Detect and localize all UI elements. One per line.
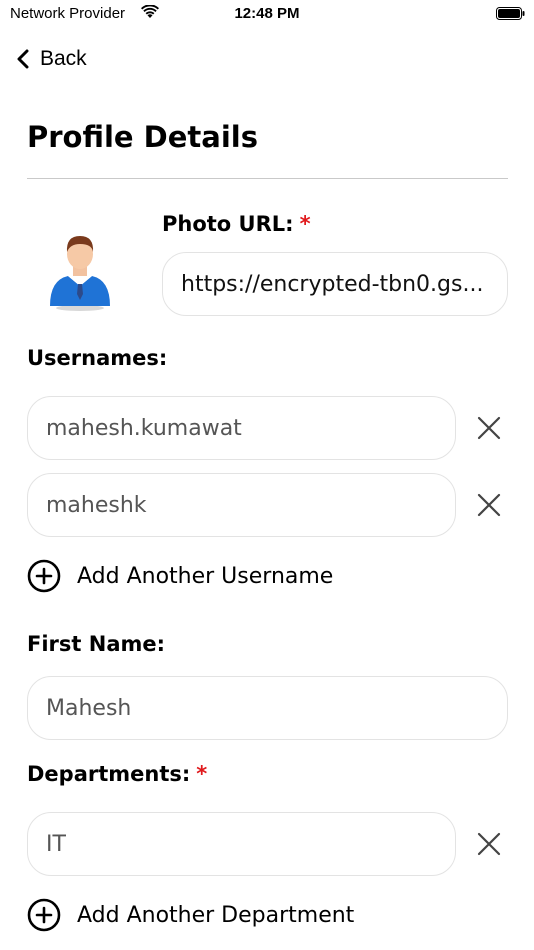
avatar [50, 236, 110, 311]
battery-icon [496, 7, 525, 20]
remove-username-icon[interactable] [474, 413, 504, 443]
divider [27, 178, 508, 179]
photo-url-label: Photo URL: * [162, 212, 311, 236]
first-name-label: First Name: [27, 632, 166, 656]
username-field[interactable]: mahesh.kumawat [27, 396, 456, 460]
chevron-left-icon [17, 49, 29, 69]
add-department-label: Add Another Department [77, 902, 355, 928]
first-name-value: Mahesh [46, 695, 132, 721]
departments-label-text: Departments: [27, 762, 191, 786]
add-circle-icon [27, 898, 61, 932]
department-field[interactable]: IT [27, 812, 456, 876]
username-value: maheshk [46, 492, 147, 518]
photo-url-label-text: Photo URL: [162, 212, 294, 236]
username-value: mahesh.kumawat [46, 415, 242, 441]
photo-url-value: https://encrypted-tbn0.gs... [181, 271, 484, 297]
required-mark: * [196, 762, 208, 786]
back-label: Back [40, 47, 87, 70]
add-department-button[interactable]: Add Another Department [27, 897, 354, 933]
back-button[interactable]: Back [16, 45, 87, 73]
photo-url-field[interactable]: https://encrypted-tbn0.gs... [162, 252, 508, 316]
departments-label: Departments: * [27, 762, 207, 786]
status-bar: Network Provider 12:48 PM [0, 0, 534, 28]
add-username-label: Add Another Username [77, 563, 334, 589]
remove-department-icon[interactable] [474, 829, 504, 859]
add-username-button[interactable]: Add Another Username [27, 558, 333, 594]
remove-username-icon[interactable] [474, 490, 504, 520]
usernames-label: Usernames: [27, 346, 168, 370]
status-time: 12:48 PM [234, 5, 300, 22]
required-mark: * [299, 212, 311, 236]
add-circle-icon [27, 559, 61, 593]
first-name-field[interactable]: Mahesh [27, 676, 508, 740]
username-field[interactable]: maheshk [27, 473, 456, 537]
page-title: Profile Details [27, 120, 258, 154]
department-value: IT [46, 831, 66, 857]
